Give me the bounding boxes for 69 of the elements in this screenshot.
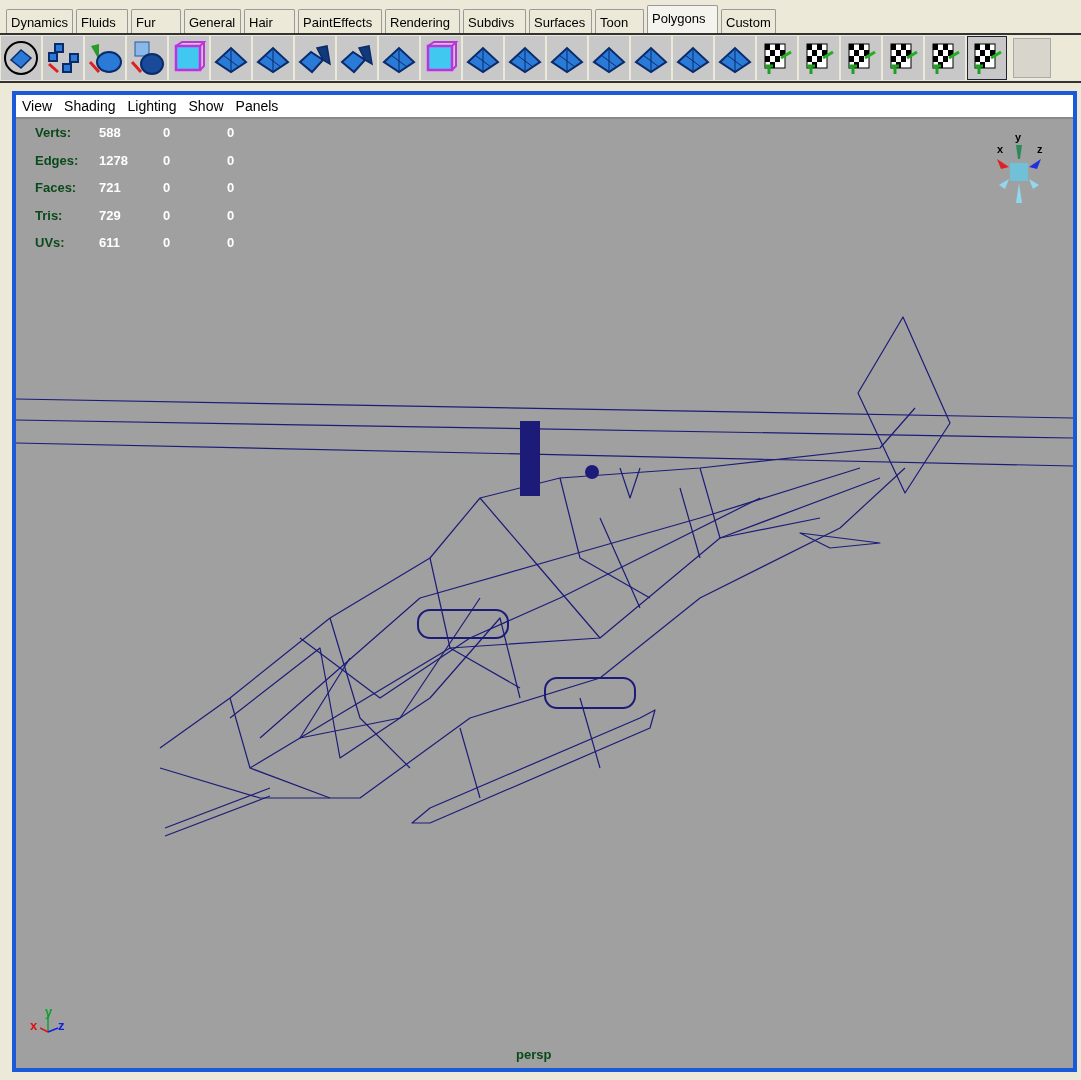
shelf-tab[interactable]: Subdivs — [463, 9, 526, 33]
stat-label: Tris: — [35, 206, 64, 225]
stat-value: 588 — [99, 124, 122, 142]
axis-label: z — [1037, 142, 1043, 157]
stat-value: 721 — [99, 179, 122, 197]
shelf-tool-button[interactable] — [589, 36, 629, 80]
shelf-tool-button[interactable] — [85, 36, 125, 80]
shelf-tab[interactable]: PaintEffects — [298, 9, 382, 33]
shelf-tool-button[interactable] — [1, 36, 41, 80]
shelf-tab[interactable]: Custom — [721, 9, 776, 33]
shelf-tool-button[interactable] — [841, 36, 881, 80]
shelf-tool-button[interactable] — [505, 36, 545, 80]
stat-label: Faces: — [35, 179, 78, 197]
menu-item[interactable]: Panels — [235, 95, 279, 117]
stat-value: 0 — [227, 179, 236, 197]
axis-label: y — [1015, 130, 1022, 145]
camera-name: persp — [516, 1045, 552, 1064]
shelf-tool-button[interactable] — [127, 36, 167, 80]
shelf-tab[interactable]: General — [184, 9, 241, 33]
shelf-tab[interactable]: Dynamics — [6, 9, 73, 33]
shelf-tool-button[interactable] — [883, 36, 923, 80]
view-cube[interactable]: x y z — [993, 129, 1043, 209]
shelf-tool-button[interactable] — [463, 36, 503, 80]
stat-value: 0 — [163, 179, 172, 197]
shelf-tab[interactable]: Toon — [595, 9, 644, 33]
shelf-tab[interactable]: Surfaces — [529, 9, 592, 33]
shelf-tool-button[interactable] — [253, 36, 293, 80]
menu-item[interactable]: View — [22, 95, 53, 117]
stat-value: 0 — [163, 234, 172, 252]
shelf-tool-button[interactable] — [715, 36, 755, 80]
shelf-tool-button[interactable] — [799, 36, 839, 80]
stat-value: 0 — [163, 206, 172, 225]
shelf-tool-button[interactable] — [337, 36, 377, 80]
stat-value: 0 — [227, 151, 236, 170]
shelf-tool-button[interactable] — [211, 36, 251, 80]
menu-item[interactable]: Show — [188, 95, 224, 117]
menu-item[interactable]: Shading — [64, 95, 116, 117]
shelf-tool-button[interactable] — [925, 36, 965, 80]
squares-arrow-icon — [45, 40, 81, 76]
polygon-circle-icon — [3, 40, 39, 76]
shelf-tool-button[interactable] — [547, 36, 587, 80]
menu-item[interactable]: Lighting — [127, 95, 177, 117]
stat-value: 1278 — [99, 151, 129, 170]
axis-label: z — [58, 1017, 65, 1035]
shelf-tab[interactable]: Polygons — [647, 5, 718, 33]
stat-label: UVs: — [35, 234, 66, 252]
axis-label: y — [45, 1003, 53, 1021]
shelf-tool-button[interactable] — [43, 36, 83, 80]
shelf-tool-button[interactable] — [757, 36, 797, 80]
axis-label: x — [30, 1017, 38, 1035]
shelf-tab[interactable]: Hair — [244, 9, 295, 33]
stat-value: 0 — [227, 234, 236, 252]
stat-value: 0 — [163, 124, 172, 142]
stat-value: 611 — [99, 234, 121, 252]
stat-value: 0 — [227, 206, 236, 225]
stat-label: Edges: — [35, 151, 80, 170]
shelf-tool-button[interactable] — [631, 36, 671, 80]
stat-label: Verts: — [35, 124, 73, 142]
shelf-tab[interactable]: Fur — [131, 9, 181, 33]
stat-value: 0 — [227, 124, 236, 142]
axis-label: x — [997, 142, 1004, 157]
shelf-tool-button[interactable] — [379, 36, 419, 80]
shelf-tool-button[interactable] — [673, 36, 713, 80]
shelf-tab[interactable]: Rendering — [385, 9, 460, 33]
shelf-tab[interactable]: Fluids — [76, 9, 128, 33]
shelf-tool-button[interactable] — [967, 36, 1007, 80]
stat-value: 729 — [99, 206, 122, 225]
shelf-tool-button[interactable] — [295, 36, 335, 80]
stat-value: 0 — [163, 151, 172, 170]
